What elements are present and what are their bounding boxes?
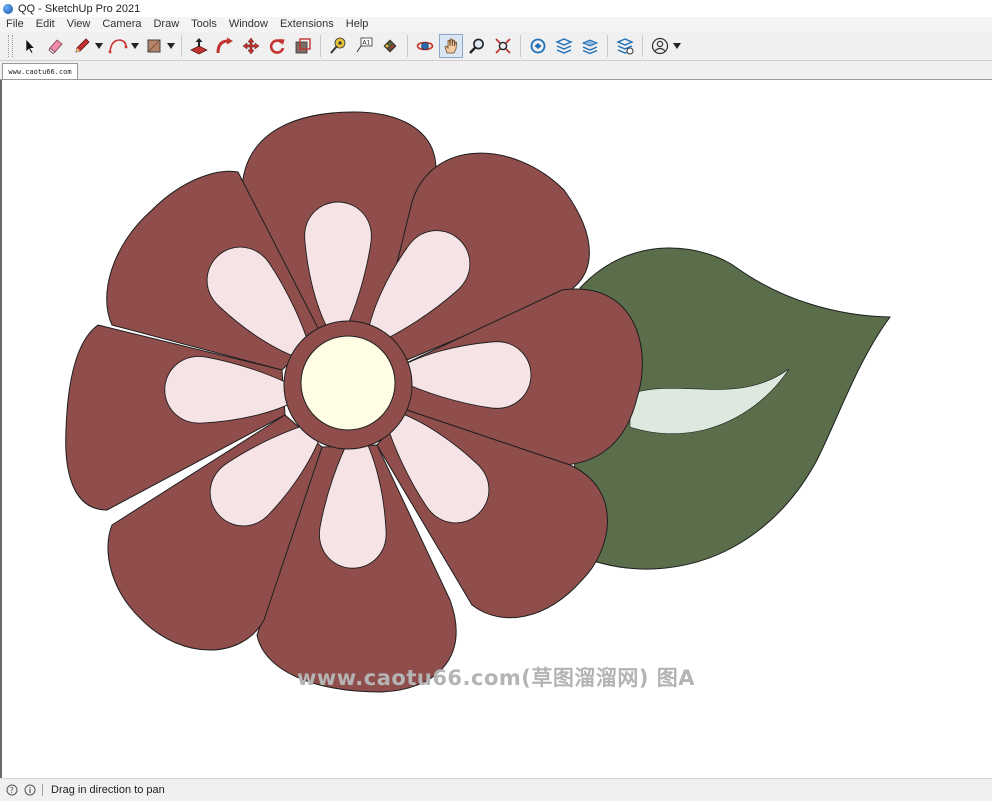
window-title: QQ - SketchUp Pro 2021 [18, 2, 141, 15]
account-dropdown[interactable] [673, 34, 681, 58]
paint-bucket-icon [383, 39, 397, 53]
arc-icon [108, 39, 128, 54]
text-icon: A1 [356, 37, 373, 53]
info-icon[interactable] [24, 784, 36, 796]
zoom-extents-tool[interactable] [491, 34, 515, 58]
toolbar-separator [520, 35, 521, 57]
scale-icon [295, 38, 311, 54]
extension-warehouse-icon [555, 38, 573, 54]
follow-me-tool[interactable] [213, 34, 237, 58]
push-pull-tool[interactable] [187, 34, 211, 58]
menu-bar: File Edit View Camera Draw Tools Window … [0, 17, 992, 32]
scale-tool[interactable] [291, 34, 315, 58]
line-tool-dropdown[interactable] [95, 34, 103, 58]
toolbar-separator [607, 35, 608, 57]
eraser-icon [48, 39, 63, 55]
line-tool[interactable] [70, 34, 94, 58]
toolbar-separator [642, 35, 643, 57]
status-divider [42, 784, 43, 796]
title-bar: QQ - SketchUp Pro 2021 [0, 0, 992, 18]
menu-draw[interactable]: Draw [147, 17, 185, 32]
chevron-down-icon [673, 43, 681, 49]
warehouse-icon [530, 38, 546, 54]
chevron-down-icon [95, 43, 103, 49]
menu-tools[interactable]: Tools [185, 17, 223, 32]
eraser-tool[interactable] [44, 34, 68, 58]
menu-camera[interactable]: Camera [96, 17, 147, 32]
layout-icon [581, 39, 599, 55]
status-text: Drag in direction to pan [51, 784, 165, 796]
chevron-down-icon [131, 43, 139, 49]
tape-measure-tool[interactable] [326, 34, 350, 58]
toolbar-grip[interactable] [8, 35, 13, 57]
layout-button[interactable] [578, 34, 602, 58]
scene-tab[interactable]: www.caotu66.com [2, 63, 78, 79]
paint-bucket-tool[interactable] [378, 34, 402, 58]
extension-manager-icon [616, 38, 634, 55]
toolbar-separator [320, 35, 321, 57]
svg-text:?: ? [10, 786, 14, 795]
extension-warehouse-button[interactable] [552, 34, 576, 58]
status-bar: ? Drag in direction to pan [0, 778, 992, 801]
zoom-tool[interactable] [465, 34, 489, 58]
hand-icon [444, 38, 458, 54]
follow-me-icon [216, 37, 233, 54]
menu-help[interactable]: Help [340, 17, 375, 32]
3d-warehouse-button[interactable] [526, 34, 550, 58]
arc-tool-dropdown[interactable] [131, 34, 139, 58]
orbit-tool[interactable] [413, 34, 437, 58]
move-tool[interactable] [239, 34, 263, 58]
large-tool-set-toolbar: A1 [0, 32, 992, 61]
move-icon [242, 37, 260, 55]
toolbar-separator [181, 35, 182, 57]
toolbar-separator [407, 35, 408, 57]
arc-tool[interactable] [106, 34, 130, 58]
text-tool[interactable]: A1 [352, 34, 376, 58]
rotate-tool[interactable] [265, 34, 289, 58]
svg-text:A1: A1 [362, 40, 370, 47]
user-icon [651, 37, 669, 55]
pan-tool[interactable] [439, 34, 463, 58]
rectangle-icon [147, 39, 161, 53]
menu-view[interactable]: View [61, 17, 97, 32]
geo-location-icon[interactable]: ? [6, 784, 18, 796]
push-pull-icon [190, 38, 208, 55]
extension-manager-button[interactable] [613, 34, 637, 58]
menu-window[interactable]: Window [223, 17, 274, 32]
menu-extensions[interactable]: Extensions [274, 17, 340, 32]
magnifier-icon [469, 38, 484, 54]
account-button[interactable] [648, 34, 672, 58]
sketchup-logo-icon [3, 3, 13, 14]
rotate-icon [269, 39, 285, 54]
shapes-tool[interactable] [142, 34, 166, 58]
shapes-tool-dropdown[interactable] [167, 34, 175, 58]
scene-tab-strip: www.caotu66.com [0, 61, 992, 80]
watermark-text: www.caotu66.com(草图溜溜网) 图A [296, 666, 696, 690]
pencil-icon [75, 38, 90, 53]
chevron-down-icon [167, 43, 175, 49]
orbit-icon [416, 41, 434, 51]
select-tool[interactable] [18, 34, 42, 58]
tape-measure-icon [330, 37, 346, 54]
menu-edit[interactable]: Edit [30, 17, 61, 32]
flower-center [300, 335, 396, 431]
zoom-extents-icon [495, 38, 511, 54]
menu-file[interactable]: File [0, 17, 30, 32]
arrow-cursor-icon [25, 38, 36, 54]
